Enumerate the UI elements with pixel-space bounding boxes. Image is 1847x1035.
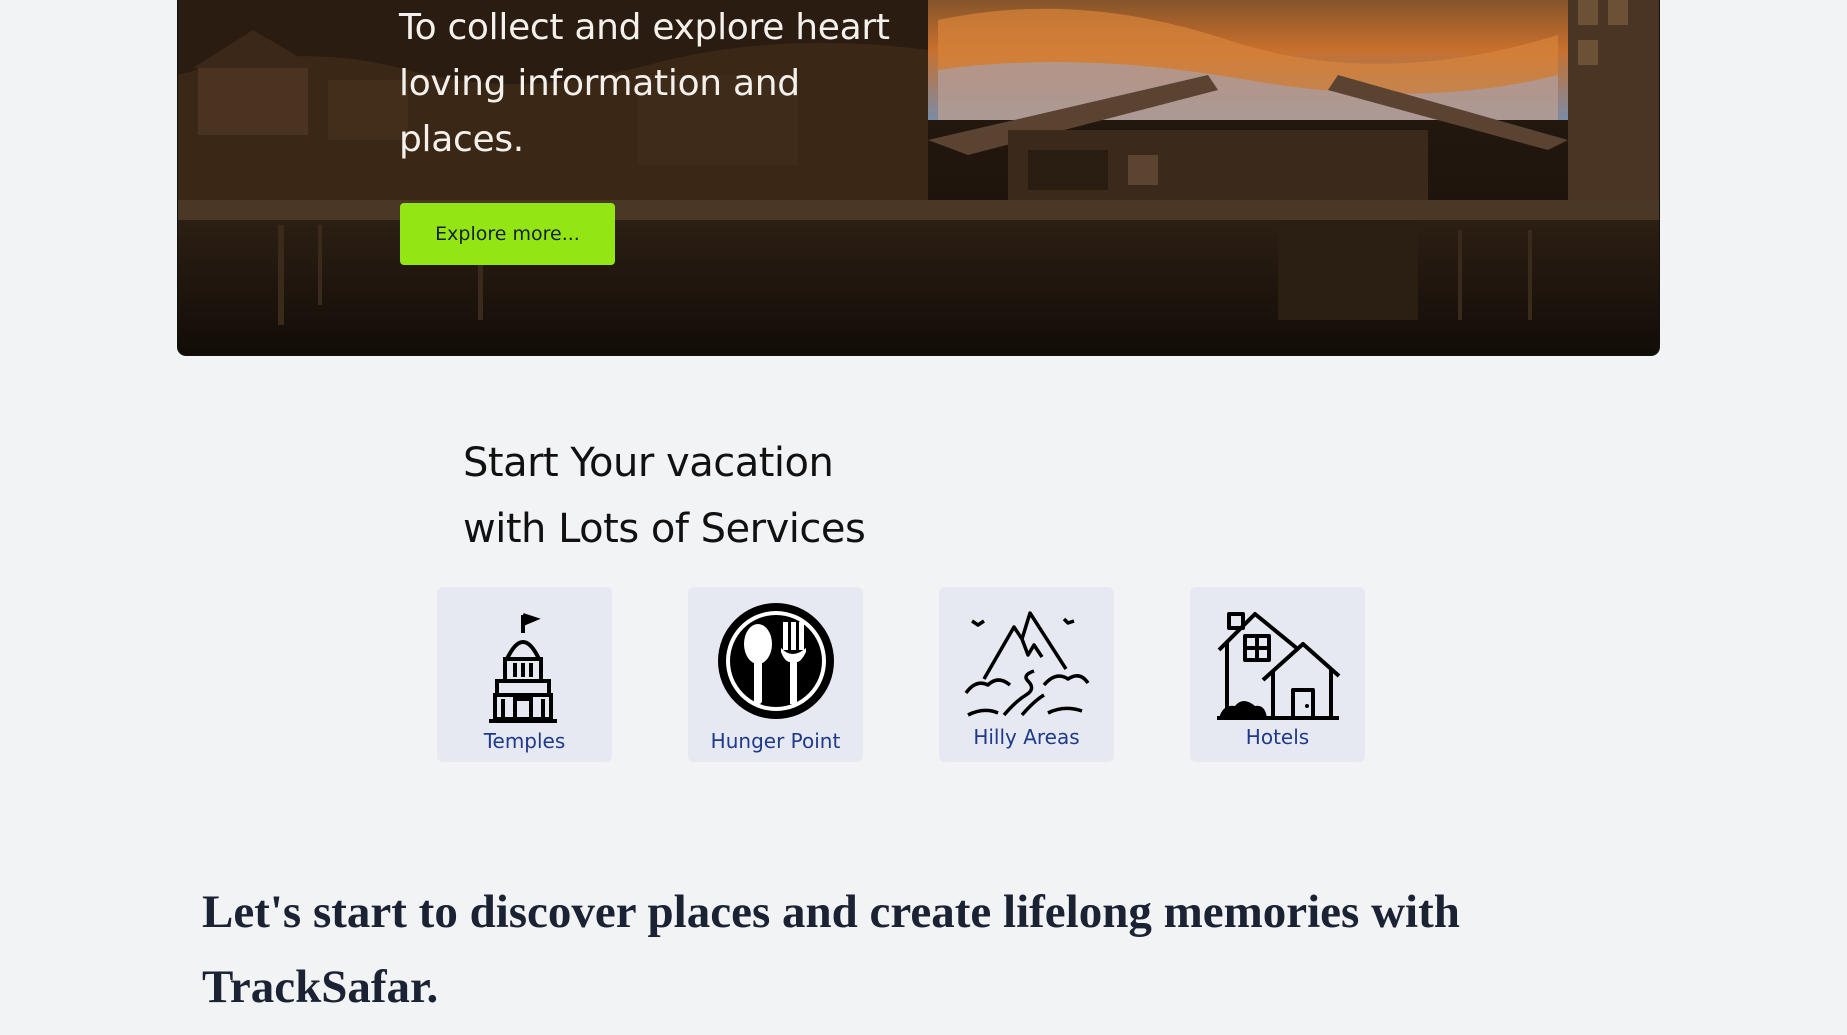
page: To collect and explore heart loving info… <box>0 0 1847 1035</box>
tagline: Let's start to discover places and creat… <box>202 886 1460 1013</box>
services-heading-line2: with Lots of Services <box>463 506 866 552</box>
spoon-fork-icon <box>717 603 834 719</box>
services-heading-line1: Start Your vacation <box>463 440 834 486</box>
service-card-hunger-point[interactable]: Hunger Point <box>688 587 863 762</box>
house-icon <box>1216 612 1340 720</box>
service-card-temples[interactable]: Temples <box>437 587 612 762</box>
explore-more-button[interactable]: Explore more... <box>400 203 615 265</box>
temple-icon <box>488 613 557 723</box>
service-card-hilly-areas[interactable]: Hilly Areas <box>939 587 1114 762</box>
service-label-hunger-point: Hunger Point <box>710 729 841 753</box>
mountain-icon <box>964 611 1089 717</box>
service-label-temples: Temples <box>483 729 566 753</box>
hero-banner: To collect and explore heart loving info… <box>178 0 1659 355</box>
hero-headline: To collect and explore heart loving info… <box>399 7 890 160</box>
services-heading: Start Your vacation with Lots of Service… <box>463 430 866 562</box>
service-label-hilly-areas: Hilly Areas <box>973 725 1080 749</box>
service-card-hotels[interactable]: Hotels <box>1190 587 1365 762</box>
service-label-hotels: Hotels <box>1245 725 1310 749</box>
